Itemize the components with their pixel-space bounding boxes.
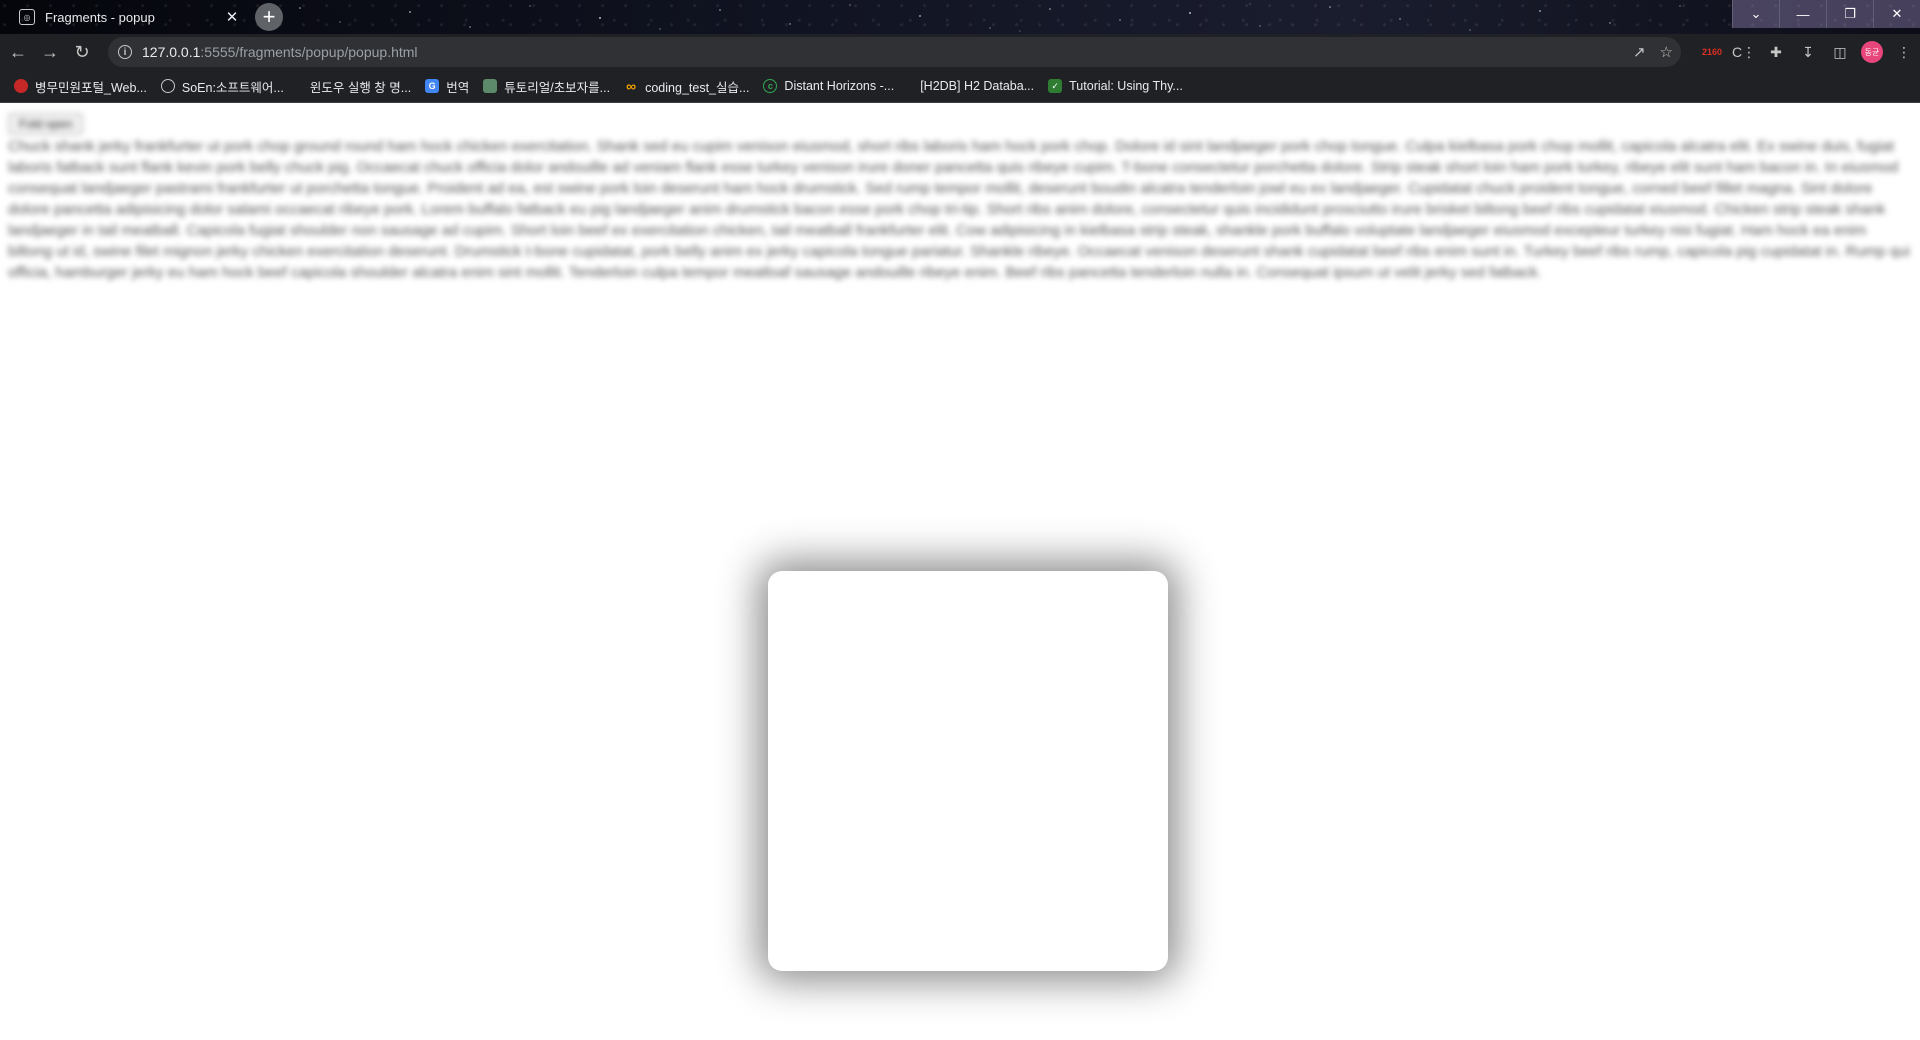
check-icon: ✓: [1048, 79, 1063, 93]
bookmark-label: 번역: [446, 80, 470, 95]
puzzle-icon[interactable]: ✚: [1760, 38, 1792, 66]
circle-c-icon: c: [763, 79, 778, 93]
wallpaper-stars: [299, 3, 1681, 32]
bookmark-label: SoEn:소프트웨어...: [181, 80, 284, 95]
share-icon[interactable]: ↗: [1633, 43, 1646, 61]
extension-badge-icon[interactable]: 2160: [1696, 38, 1728, 66]
bookmark-label: Distant Horizons -...: [784, 79, 895, 93]
bookmark-item[interactable]: [H2DB] H2 Databa...: [920, 79, 1034, 93]
lorem-paragraph: Chuck shank jerky frankfurter ut pork ch…: [8, 138, 1910, 281]
restore-button[interactable]: ❐: [1826, 0, 1873, 28]
minimize-button[interactable]: —: [1779, 0, 1826, 28]
download-icon[interactable]: ↧: [1792, 38, 1824, 66]
bookmark-item[interactable]: ✓ Tutorial: Using Thy...: [1048, 79, 1183, 93]
close-window-button[interactable]: ✕: [1873, 0, 1920, 28]
profile-avatar[interactable]: 동균: [1861, 41, 1883, 63]
omnibox-actions: ↗ ☆: [1633, 37, 1673, 67]
bookmarks-bar: 병무민원포털_Web... SoEn:소프트웨어... 윈도우 실행 창 명..…: [0, 70, 1920, 103]
tab-search-icon[interactable]: ⌄: [1732, 0, 1779, 28]
menu-kebab-icon[interactable]: ⋮: [1888, 38, 1920, 66]
close-tab-icon[interactable]: ✕: [222, 8, 242, 26]
red-swirl-icon: [14, 79, 28, 93]
tab-strip: ◎ Fragments - popup ✕ + ⌄ — ❐ ✕: [0, 0, 1920, 34]
bookmark-label: 병무민원포털_Web...: [35, 80, 147, 95]
fold-open-button[interactable]: Fold open: [8, 113, 84, 135]
forward-arrow-icon[interactable]: →: [36, 38, 64, 66]
browser-tab[interactable]: ◎ Fragments - popup ✕: [8, 2, 246, 32]
bookmark-label: coding_test_실습...: [645, 80, 750, 95]
ci-extension-icon[interactable]: C⋮: [1728, 38, 1760, 66]
bookmark-label: 튜토리얼/초보자를...: [504, 80, 611, 95]
address-bar[interactable]: i 127.0.0.1:5555/fragments/popup/popup.h…: [108, 37, 1681, 67]
globe-icon: ◎: [19, 9, 35, 25]
back-arrow-icon[interactable]: ←: [4, 38, 32, 66]
url-path: :5555/fragments/popup/popup.html: [200, 44, 418, 60]
browser-toolbar: ← → ↻ i 127.0.0.1:5555/fragments/popup/p…: [0, 34, 1920, 70]
bookmark-item[interactable]: c Distant Horizons -...: [763, 79, 894, 93]
globe-icon: [160, 79, 175, 93]
bookmark-item[interactable]: G 번역: [425, 77, 469, 96]
tab-title: Fragments - popup: [45, 9, 155, 25]
infinity-icon: ∞: [626, 78, 637, 94]
url-host: 127.0.0.1: [142, 44, 201, 60]
translate-icon: G: [425, 79, 440, 93]
bookmark-item[interactable]: 튜토리얼/초보자를...: [483, 77, 610, 96]
bookmark-label: [H2DB] H2 Databa...: [920, 79, 1035, 93]
window-controls: ⌄ — ❐ ✕: [1732, 0, 1920, 28]
bookmark-label: Tutorial: Using Thy...: [1069, 79, 1183, 93]
popup-dialog[interactable]: [768, 571, 1168, 971]
bookmark-item[interactable]: SoEn:소프트웨어...: [160, 77, 284, 96]
cube-icon: [483, 79, 498, 93]
new-tab-button[interactable]: +: [255, 3, 283, 31]
bookmark-label: 윈도우 실행 창 명...: [309, 80, 412, 95]
star-icon[interactable]: ☆: [1660, 43, 1673, 61]
extension-area: 2160 C⋮ ✚ ↧ ◫ 동균 ⋮: [1696, 34, 1920, 70]
info-icon[interactable]: i: [118, 45, 132, 59]
bookmark-item[interactable]: 병무민원포털_Web...: [14, 77, 147, 96]
side-panel-icon[interactable]: ◫: [1824, 38, 1856, 66]
reload-icon[interactable]: ↻: [68, 38, 96, 66]
bookmark-item[interactable]: 윈도우 실행 창 명...: [310, 77, 411, 96]
page-content: Fold open Chuck shank jerky frankfurter …: [0, 103, 1920, 1040]
bookmark-item[interactable]: ∞ coding_test_실습...: [624, 77, 749, 96]
